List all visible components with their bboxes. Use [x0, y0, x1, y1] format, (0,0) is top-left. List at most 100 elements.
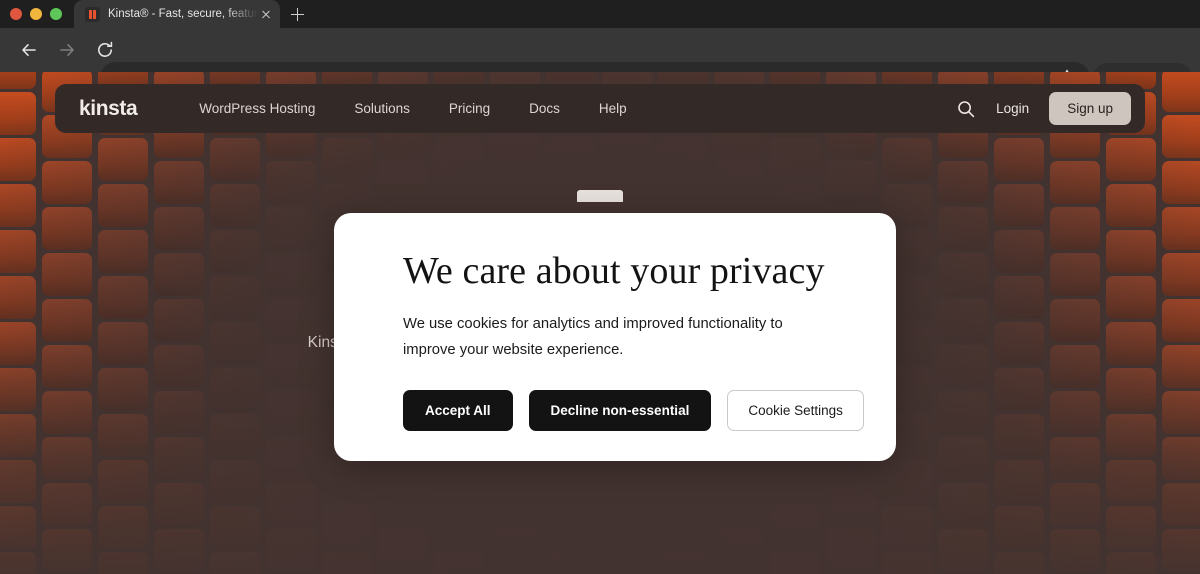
background-pill	[0, 460, 36, 503]
background-pill	[0, 414, 36, 457]
modal-action-group: Accept All Decline non-essential Cookie …	[403, 390, 864, 432]
background-pill	[994, 460, 1044, 503]
background-pill	[1106, 368, 1156, 411]
page-viewport: kinsta WordPress Hosting Solutions Prici…	[0, 72, 1200, 574]
nav-item-solutions[interactable]: Solutions	[354, 101, 410, 116]
background-pill	[210, 230, 260, 273]
background-pill	[994, 230, 1044, 273]
background-pill	[322, 506, 372, 549]
accept-all-button[interactable]: Accept All	[403, 390, 513, 432]
background-pill	[434, 138, 484, 181]
background-pill	[434, 460, 484, 503]
background-pill	[1050, 529, 1100, 572]
background-pill	[1162, 529, 1200, 572]
background-pill	[154, 207, 204, 250]
background-pill	[938, 437, 988, 480]
background-pill	[42, 391, 92, 434]
background-pill	[658, 138, 708, 181]
nav-item-docs[interactable]: Docs	[529, 101, 560, 116]
background-pill	[42, 299, 92, 342]
new-tab-icon[interactable]	[288, 5, 307, 24]
background-pill	[98, 552, 148, 574]
nav-item-pricing[interactable]: Pricing	[449, 101, 490, 116]
reload-icon[interactable]	[90, 35, 120, 65]
background-pill	[154, 437, 204, 480]
background-pill	[938, 483, 988, 526]
background-pill	[0, 230, 36, 273]
background-pill	[546, 138, 596, 181]
background-pill	[994, 552, 1044, 574]
background-pill	[0, 368, 36, 411]
background-pill	[490, 529, 540, 572]
kinsta-logo[interactable]: kinsta	[79, 97, 138, 121]
background-pill	[98, 368, 148, 411]
background-pill	[98, 138, 148, 181]
background-pill	[938, 529, 988, 572]
background-pill	[42, 529, 92, 572]
background-pill	[434, 552, 484, 574]
browser-window: Kinsta® - Fast, secure, featur kinsta Wo…	[0, 0, 1200, 574]
background-pill	[938, 391, 988, 434]
background-pill	[322, 138, 372, 181]
background-pill	[154, 483, 204, 526]
decline-non-essential-button[interactable]: Decline non-essential	[528, 390, 712, 432]
background-pill	[98, 414, 148, 457]
background-pill	[882, 506, 932, 549]
hero-heading-notch	[577, 190, 623, 202]
browser-tab[interactable]: Kinsta® - Fast, secure, featur	[74, 0, 280, 28]
background-pill	[0, 276, 36, 319]
background-pill	[602, 529, 652, 572]
background-pill	[1162, 115, 1200, 158]
background-pill	[1162, 72, 1200, 112]
search-icon[interactable]	[956, 99, 976, 119]
background-pill	[994, 506, 1044, 549]
background-pill	[1106, 138, 1156, 181]
background-pill	[938, 207, 988, 250]
background-pill	[0, 72, 36, 89]
background-pill	[378, 483, 428, 526]
login-link[interactable]: Login	[996, 101, 1029, 116]
background-pill	[490, 483, 540, 526]
site-header: kinsta WordPress Hosting Solutions Prici…	[55, 84, 1145, 133]
background-pill	[1106, 414, 1156, 457]
cookie-consent-modal: We care about your privacy We use cookie…	[334, 213, 896, 461]
tab-close-icon[interactable]	[258, 6, 274, 22]
cookie-settings-button[interactable]: Cookie Settings	[727, 390, 864, 432]
browser-toolbar: kinsta.com Incognito	[0, 28, 1200, 94]
background-pill	[882, 552, 932, 574]
background-pill	[42, 437, 92, 480]
signup-button[interactable]: Sign up	[1049, 92, 1131, 125]
window-close-button[interactable]	[10, 8, 22, 20]
back-arrow-icon[interactable]	[14, 35, 44, 65]
background-pill	[210, 506, 260, 549]
background-pill	[770, 506, 820, 549]
background-pill	[658, 506, 708, 549]
background-pill	[42, 253, 92, 296]
background-pill	[154, 299, 204, 342]
background-pill	[546, 460, 596, 503]
background-pill	[154, 253, 204, 296]
background-pill	[1050, 391, 1100, 434]
background-pill	[266, 207, 316, 250]
nav-item-help[interactable]: Help	[599, 101, 627, 116]
window-minimize-button[interactable]	[30, 8, 42, 20]
background-pill	[154, 345, 204, 388]
background-pill	[1162, 207, 1200, 250]
background-pill	[994, 368, 1044, 411]
background-pill	[1162, 299, 1200, 342]
tab-title: Kinsta® - Fast, secure, featur	[108, 8, 258, 20]
background-pill	[210, 552, 260, 574]
background-pill	[1162, 483, 1200, 526]
background-pill	[266, 529, 316, 572]
background-pill	[882, 460, 932, 503]
background-pill	[1106, 506, 1156, 549]
background-pill	[98, 460, 148, 503]
window-maximize-button[interactable]	[50, 8, 62, 20]
forward-arrow-icon[interactable]	[52, 35, 82, 65]
background-pill	[1050, 299, 1100, 342]
header-actions: Login Sign up	[956, 92, 1131, 125]
nav-item-wordpress-hosting[interactable]: WordPress Hosting	[199, 101, 315, 116]
background-pill	[1050, 207, 1100, 250]
background-pill	[0, 92, 36, 135]
background-pill	[266, 253, 316, 296]
